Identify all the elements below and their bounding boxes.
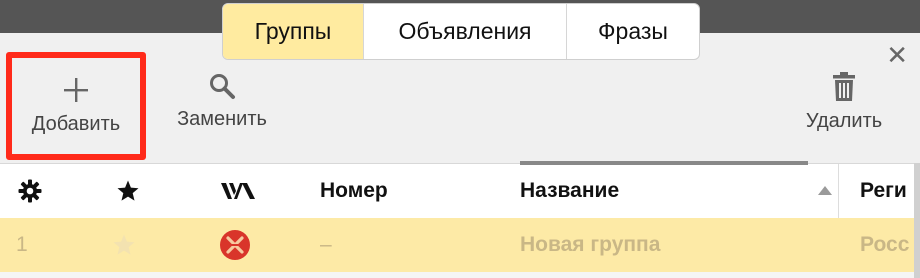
row-region: Росс — [860, 233, 910, 256]
tab-ads[interactable]: Объявления — [364, 4, 567, 59]
delete-button-label: Удалить — [805, 110, 883, 132]
sort-asc-icon — [818, 186, 832, 195]
vertical-scrollbar[interactable] — [914, 163, 920, 278]
replace-button[interactable]: Заменить — [166, 72, 278, 131]
star-icon — [117, 180, 139, 201]
star-icon — [113, 234, 135, 255]
column-number[interactable]: Номер — [320, 164, 388, 218]
row-number: – — [320, 233, 332, 256]
column-status[interactable] — [220, 164, 256, 218]
replace-button-label: Заменить — [177, 108, 267, 130]
search-icon — [210, 74, 235, 99]
status-icon — [221, 183, 255, 199]
gear-icon — [18, 179, 42, 203]
delete-button[interactable]: Удалить — [796, 72, 892, 133]
tab-bar: Группы Объявления Фразы — [222, 3, 700, 60]
column-region[interactable]: Реги — [860, 164, 907, 218]
status-stopped-icon — [220, 230, 250, 260]
trash-icon — [833, 72, 855, 101]
table-bottom — [0, 272, 920, 278]
tab-phrases[interactable]: Фразы — [567, 4, 699, 59]
add-button[interactable]: Добавить — [6, 52, 146, 160]
tab-groups[interactable]: Группы — [223, 4, 364, 59]
column-divider — [838, 164, 839, 218]
row-star[interactable] — [112, 218, 136, 272]
column-settings[interactable] — [18, 164, 42, 218]
close-icon[interactable]: ✕ — [886, 42, 908, 68]
row-status[interactable] — [219, 218, 251, 272]
column-star[interactable] — [116, 164, 140, 218]
column-name[interactable]: Название — [520, 164, 619, 218]
plus-icon — [64, 77, 88, 102]
table-row[interactable]: 1 – Новая группа Росс — [0, 218, 920, 272]
row-index: 1 — [16, 233, 28, 256]
row-name[interactable]: Новая группа — [520, 218, 660, 272]
add-button-label: Добавить — [31, 112, 121, 135]
table-header: Номер Название Реги — [0, 161, 920, 219]
